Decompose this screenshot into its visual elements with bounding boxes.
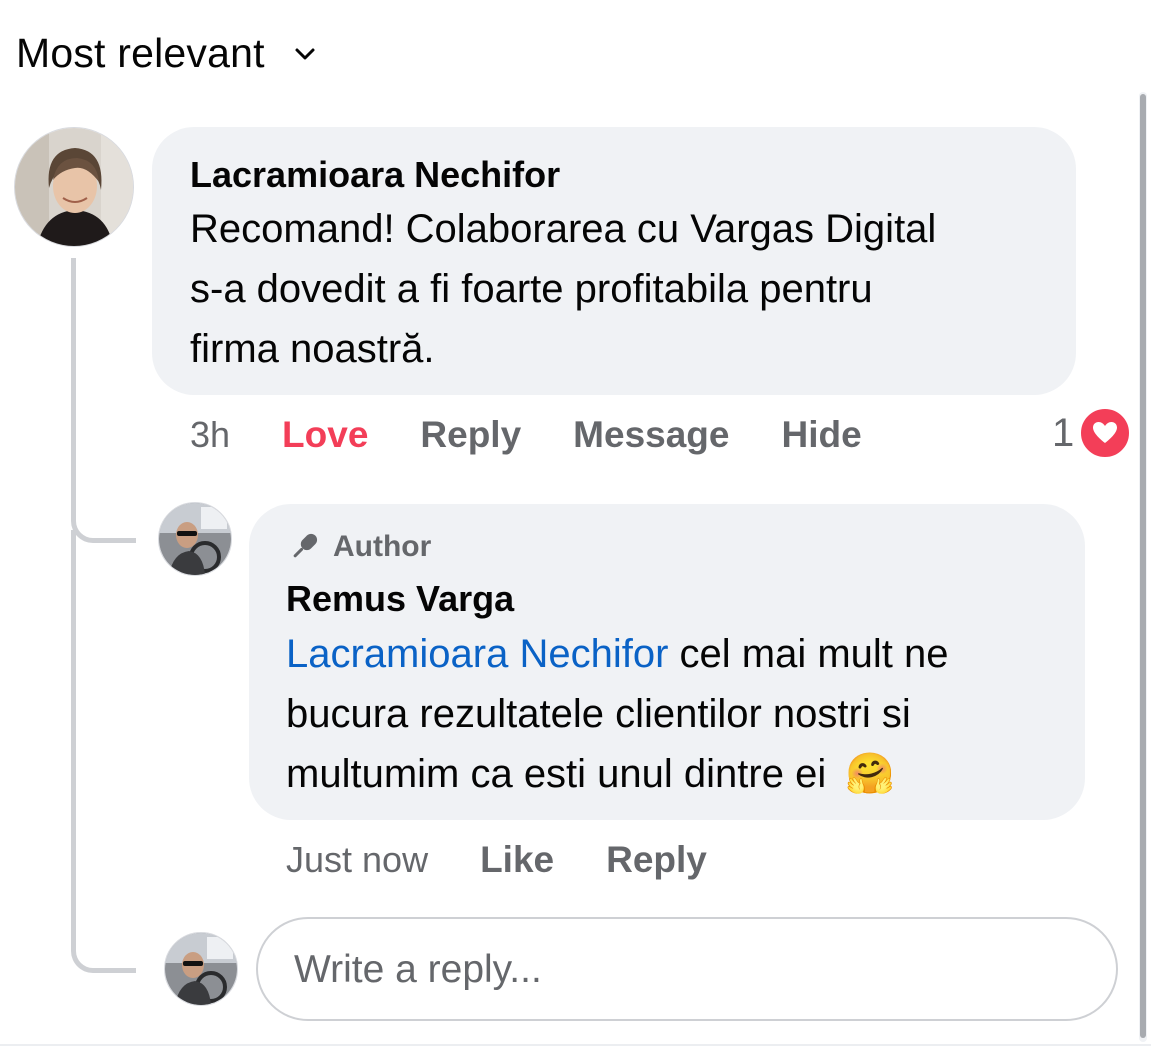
reply-bubble: Author Remus Varga Lacramioara Nechifor … bbox=[249, 504, 1085, 820]
hugging-face-emoji: 🤗 bbox=[845, 751, 896, 797]
comment-author[interactable]: Lacramioara Nechifor bbox=[190, 154, 560, 196]
hide-button[interactable]: Hide bbox=[781, 414, 861, 456]
chevron-down-icon bbox=[295, 48, 315, 59]
reply-text: Lacramioara Nechifor cel mai mult ne buc… bbox=[286, 624, 949, 804]
love-button[interactable]: Love bbox=[282, 414, 368, 456]
reaction-count: 1 bbox=[1052, 410, 1075, 455]
reply-actions: Just now Like Reply bbox=[286, 839, 707, 881]
comment-bubble: Lacramioara Nechifor Recomand! Colaborar… bbox=[152, 127, 1076, 395]
thread-line bbox=[71, 258, 76, 488]
avatar-lacramioara[interactable] bbox=[14, 127, 134, 247]
reply-line: Lacramioara Nechifor cel mai mult ne bbox=[286, 624, 949, 684]
bottom-divider bbox=[0, 1044, 1151, 1046]
reply-composer[interactable] bbox=[256, 917, 1118, 1021]
reply-button[interactable]: Reply bbox=[420, 414, 521, 456]
author-badge-label: Author bbox=[333, 530, 432, 563]
message-button[interactable]: Message bbox=[573, 414, 729, 456]
avatar-photo bbox=[159, 503, 231, 575]
comment-line: Recomand! Colaborarea cu Vargas Digital bbox=[190, 207, 937, 251]
reply-timestamp[interactable]: Just now bbox=[286, 839, 428, 881]
avatar-photo bbox=[165, 933, 237, 1005]
comment-line: s-a dovedit a fi foarte profitabila pent… bbox=[190, 267, 873, 311]
thread-line-lower bbox=[71, 530, 76, 930]
thread-branch-reply bbox=[71, 480, 136, 543]
reply-line-rest: cel mai mult ne bbox=[668, 632, 949, 676]
sort-dropdown[interactable]: Most relevant bbox=[16, 30, 317, 77]
comments-panel: Most relevant Lacramioara Nechifor Recom… bbox=[0, 0, 1151, 1059]
reaction-summary[interactable]: 1 bbox=[1052, 406, 1133, 460]
composer-avatar bbox=[164, 932, 238, 1006]
thread-branch-composer bbox=[71, 920, 136, 973]
microphone-icon bbox=[293, 533, 318, 558]
reply-line-text: multumim ca esti unul dintre ei bbox=[286, 752, 827, 796]
mention-link[interactable]: Lacramioara Nechifor bbox=[286, 632, 668, 676]
reply-line: multumim ca esti unul dintre ei 🤗 bbox=[286, 744, 949, 804]
like-button[interactable]: Like bbox=[480, 839, 554, 881]
comment-text: Recomand! Colaborarea cu Vargas Digital … bbox=[190, 199, 936, 379]
heart-icon bbox=[1078, 406, 1133, 460]
scrollbar-thumb[interactable] bbox=[1140, 94, 1146, 1038]
reply-reply-button[interactable]: Reply bbox=[606, 839, 707, 881]
avatar-photo bbox=[15, 128, 133, 246]
reply-input[interactable] bbox=[292, 941, 1076, 999]
author-badge: Author bbox=[287, 530, 431, 564]
reply-line: bucura rezultatele clientilor nostri si bbox=[286, 692, 911, 736]
reply-author[interactable]: Remus Varga bbox=[286, 578, 514, 620]
comment-timestamp[interactable]: 3h bbox=[190, 414, 230, 456]
sort-label: Most relevant bbox=[16, 30, 265, 76]
comment-actions: 3h Love Reply Message Hide bbox=[190, 414, 862, 456]
avatar-remus[interactable] bbox=[158, 502, 232, 576]
comment-line: firma noastră. bbox=[190, 327, 435, 371]
